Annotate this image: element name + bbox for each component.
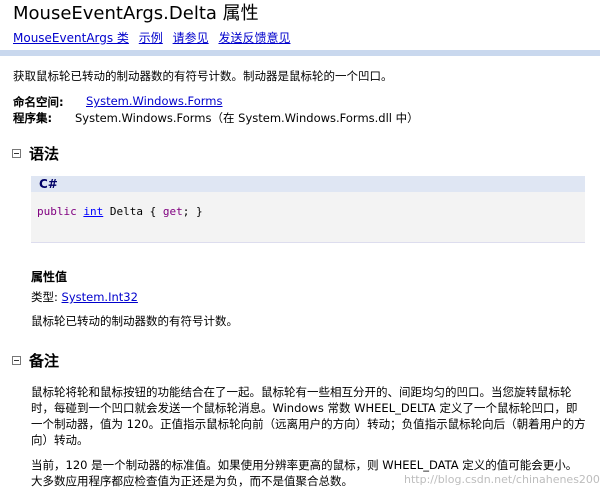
syntax-section-header[interactable]: 语法 bbox=[12, 143, 59, 164]
code-end: ; } bbox=[182, 205, 203, 218]
code-block: C# public int Delta { get; } bbox=[31, 176, 585, 243]
property-value-description: 鼠标轮已转动的制动器数的有符号计数。 bbox=[31, 314, 238, 328]
nav-links: MouseEventArgs 类 示例 请参见 发送反馈意见 bbox=[13, 29, 296, 46]
remarks-line: 时，每碰到一个凹口就会发送一个鼠标轮消息。Windows 常数 WHEEL_DE… bbox=[31, 401, 578, 415]
remarks-line: 向）转动。 bbox=[31, 433, 89, 447]
remarks-line: 一个制动器，值为 120。正值指示鼠标轮向前（远离用户的方向）转动；负值指示鼠标… bbox=[31, 417, 586, 431]
keyword-public: public bbox=[37, 205, 77, 218]
assembly-value: System.Windows.Forms（在 System.Windows.Fo… bbox=[75, 111, 419, 125]
namespace-label: 命名空间: bbox=[13, 95, 64, 109]
assembly-label: 程序集: bbox=[13, 111, 53, 125]
nav-link-feedback[interactable]: 发送反馈意见 bbox=[218, 31, 290, 45]
collapse-icon[interactable] bbox=[12, 356, 21, 365]
nav-link-class[interactable]: MouseEventArgs 类 bbox=[13, 31, 129, 45]
remarks-heading: 备注 bbox=[29, 352, 60, 370]
namespace-link[interactable]: System.Windows.Forms bbox=[86, 94, 223, 108]
keyword-get: get bbox=[162, 205, 183, 218]
nav-link-see-also[interactable]: 请参见 bbox=[173, 31, 209, 45]
code-member-name: Delta { bbox=[103, 205, 163, 218]
type-label: 类型: bbox=[31, 290, 62, 304]
remarks-line: 鼠标轮将轮和鼠标按钮的功能结合在了一起。鼠标轮有一些相互分开的、间距均匀的凹口。… bbox=[31, 385, 572, 399]
type-int-link[interactable]: int bbox=[83, 205, 103, 218]
property-type-row: 类型: System.Int32 bbox=[31, 289, 138, 305]
remarks-section-header[interactable]: 备注 bbox=[12, 350, 59, 371]
syntax-heading: 语法 bbox=[29, 145, 60, 163]
type-link[interactable]: System.Int32 bbox=[62, 290, 138, 304]
remarks-line: 当前，120 是一个制动器的标准值。如果使用分辨率更高的鼠标，则 WHEEL_D… bbox=[31, 458, 578, 472]
property-value-heading: 属性值 bbox=[31, 270, 68, 284]
watermark: http://blog.csdn.net/chinahenes2008 bbox=[404, 473, 600, 486]
collapse-icon[interactable] bbox=[12, 149, 21, 158]
code-language-tab[interactable]: C# bbox=[31, 176, 585, 192]
header-divider bbox=[0, 50, 600, 56]
remarks-paragraph-1: 鼠标轮将轮和鼠标按钮的功能结合在了一起。鼠标轮有一些相互分开的、间距均匀的凹口。… bbox=[31, 384, 591, 448]
summary-text: 获取鼠标轮已转动的制动器数的有符号计数。制动器是鼠标轮的一个凹口。 bbox=[13, 69, 393, 83]
nav-link-example[interactable]: 示例 bbox=[139, 31, 163, 45]
code-line: public int Delta { get; } bbox=[37, 205, 203, 218]
page-title: MouseEventArgs.Delta 属性 bbox=[13, 3, 259, 24]
